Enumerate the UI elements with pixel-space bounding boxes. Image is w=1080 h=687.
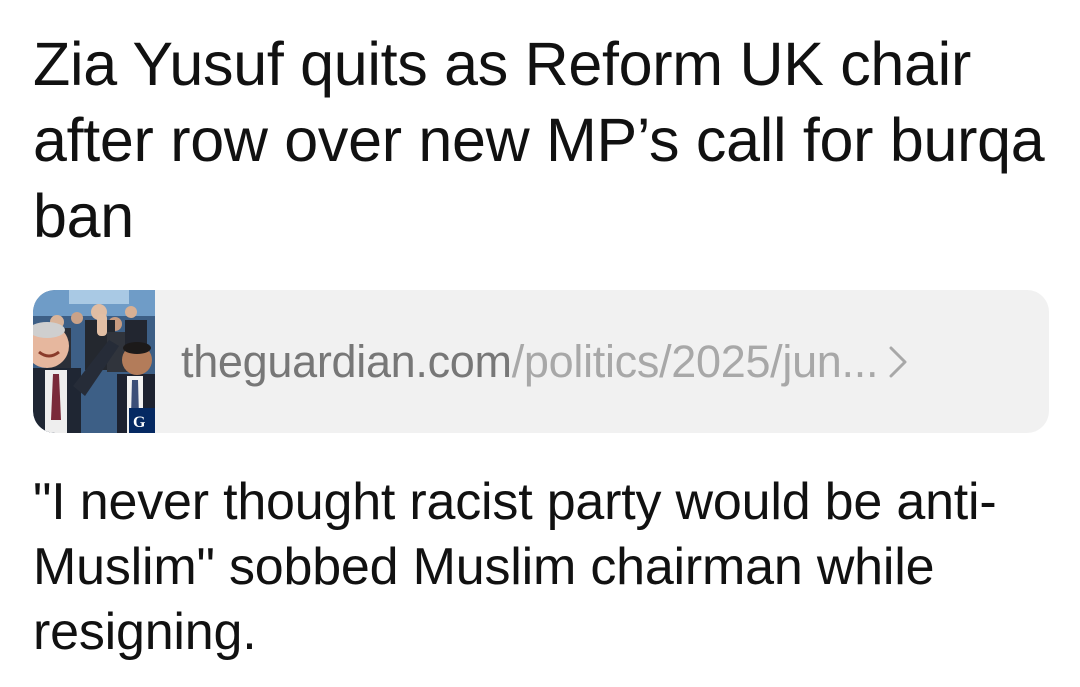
link-domain: theguardian.com — [181, 335, 512, 387]
article-thumbnail-photo: G — [33, 290, 155, 433]
post-headline: Zia Yusuf quits as Reform UK chair after… — [33, 30, 1045, 250]
link-path: /politics/2025/jun... — [511, 335, 879, 387]
social-post: Zia Yusuf quits as Reform UK chair after… — [0, 0, 1080, 687]
article-thumbnail: G — [33, 290, 155, 433]
post-caption: "I never thought racist party would be a… — [33, 473, 997, 661]
link-url[interactable]: theguardian.com/politics/2025/jun... — [181, 336, 878, 388]
thumbnail-badge-text: G — [133, 414, 146, 431]
link-preview-card[interactable]: G theguardian.com/politics/2025/jun... — [33, 290, 1049, 433]
chevron-right-icon — [888, 345, 908, 379]
